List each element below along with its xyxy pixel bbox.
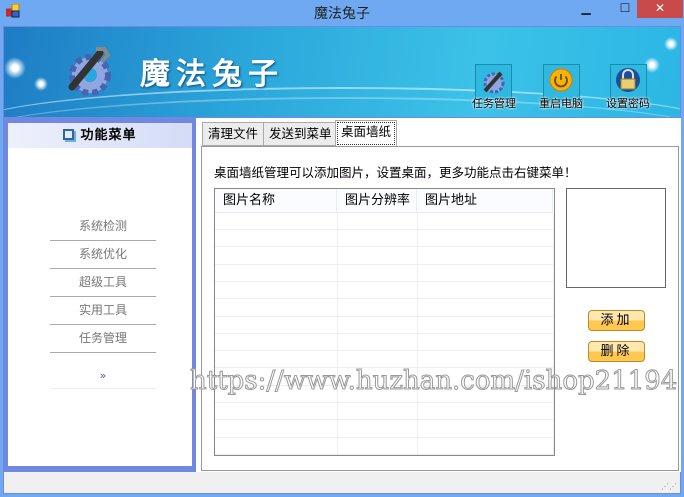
power-icon <box>549 68 573 92</box>
more-button[interactable]: » <box>50 369 156 389</box>
image-preview <box>566 188 666 288</box>
tab-send-to-menu[interactable]: 发送到菜单 <box>263 122 338 146</box>
table-row[interactable] <box>215 265 554 282</box>
watermark: https://www.huzhan.com/ishop21194 <box>189 366 678 397</box>
table-row[interactable] <box>215 282 554 300</box>
minimize-button[interactable]: ▁ <box>572 0 600 18</box>
resize-grip-icon[interactable]: ⋰⋰ <box>661 482 677 491</box>
function-menu-title: 功能菜单 <box>80 128 137 143</box>
add-button[interactable]: 添加 <box>588 310 645 331</box>
app-name: 魔法兔子 <box>140 57 284 92</box>
set-password-label: 设置密码 <box>606 97 650 110</box>
menu-item-super-tools[interactable]: 超级工具 <box>50 269 156 297</box>
menu-item-task-manager[interactable]: 任务管理 <box>50 325 156 353</box>
function-menu-header: 功能菜单 <box>8 123 192 148</box>
table-row[interactable] <box>215 334 554 352</box>
table-row[interactable] <box>215 403 554 421</box>
main-area: 清理文件 发送到菜单 桌面墙纸 桌面墙纸管理可以添加图片，设置桌面，更多功能点击… <box>196 118 681 472</box>
wallpaper-panel: 桌面墙纸管理可以添加图片，设置桌面，更多功能点击右键菜单！ 图片名称 图片分辨率… <box>201 146 679 471</box>
close-button[interactable]: ✕ <box>637 0 683 18</box>
tab-desktop-wallpaper[interactable]: 桌面墙纸 <box>335 120 398 147</box>
banner: 魔法兔子 任务管理 重启电脑 设置密码 <box>4 27 680 117</box>
table-row[interactable] <box>215 248 554 265</box>
table-row[interactable] <box>215 317 554 334</box>
maximize-button[interactable]: ☐ <box>611 0 639 18</box>
status-bar: ⋰⋰ <box>4 472 680 493</box>
column-header-resolution[interactable]: 图片分辨率 <box>337 189 417 213</box>
tab-clean-files[interactable]: 清理文件 <box>202 122 265 146</box>
gear-wrench-logo-icon <box>60 41 116 100</box>
menu-item-system-optimize[interactable]: 系统优化 <box>50 241 156 269</box>
table-row[interactable] <box>215 230 554 248</box>
menu-item-utility-tools[interactable]: 实用工具 <box>50 297 156 325</box>
table-row[interactable] <box>215 300 554 317</box>
lock-icon <box>616 68 640 92</box>
title-bar: 魔法兔子 ▁ ☐ ✕ <box>0 0 684 25</box>
column-header-path[interactable]: 图片地址 <box>417 189 553 213</box>
delete-button[interactable]: 删除 <box>588 341 645 362</box>
task-manager-label: 任务管理 <box>472 97 516 110</box>
menu-icon <box>63 129 75 140</box>
wallpaper-table[interactable]: 图片名称 图片分辨率 图片地址 <box>214 188 555 456</box>
restart-label: 重启电脑 <box>539 97 583 110</box>
wallpaper-description: 桌面墙纸管理可以添加图片，设置桌面，更多功能点击右键菜单！ <box>214 165 577 180</box>
column-header-name[interactable]: 图片名称 <box>215 189 337 213</box>
table-row[interactable] <box>215 421 554 438</box>
function-menu: 功能菜单 系统检测 系统优化 超级工具 实用工具 任务管理 » <box>8 123 192 466</box>
menu-item-system-check[interactable]: 系统检测 <box>50 213 156 241</box>
table-row[interactable] <box>215 438 554 455</box>
table-row[interactable] <box>215 213 554 230</box>
